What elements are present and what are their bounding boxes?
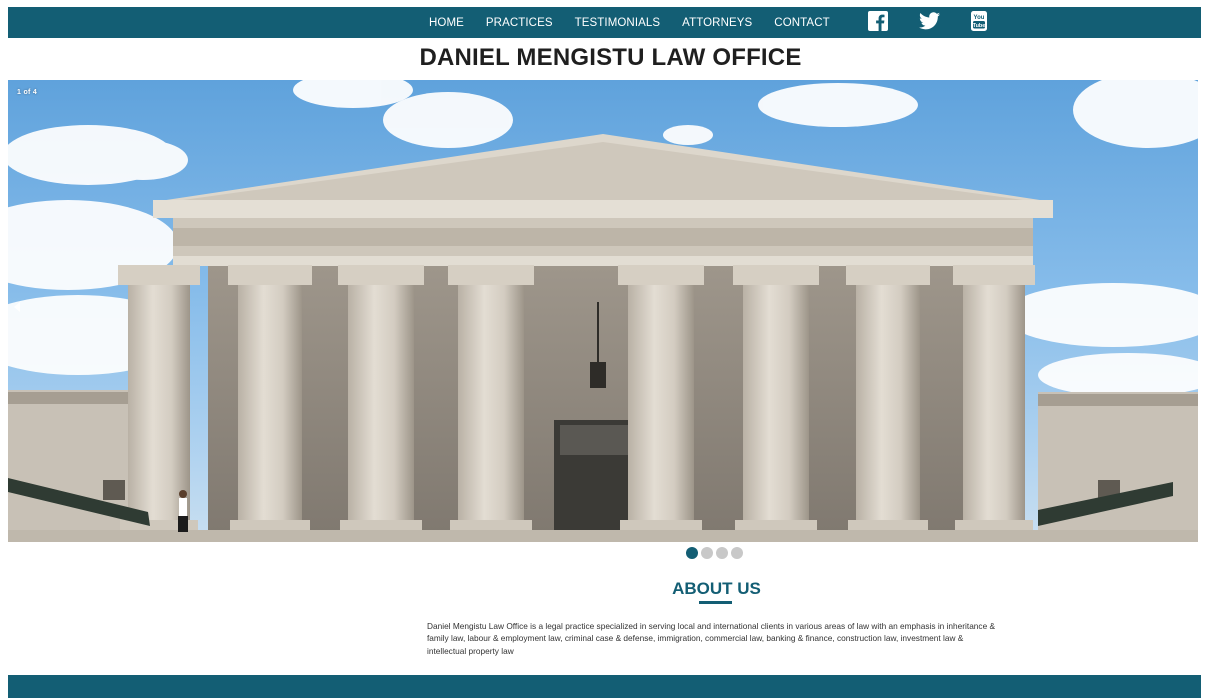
footer-social-links bbox=[444, 692, 513, 698]
nav-contact-link[interactable]: CONTACT bbox=[774, 17, 829, 29]
slider-dot-2[interactable] bbox=[701, 547, 713, 559]
youtube-icon[interactable] bbox=[492, 692, 504, 698]
about-heading: ABOUT US bbox=[672, 579, 761, 598]
prev-slide-arrow-icon[interactable] bbox=[14, 302, 20, 312]
slider-dot-3[interactable] bbox=[716, 547, 728, 559]
site-title: DANIEL MENGISTU LAW OFFICE bbox=[419, 44, 802, 71]
twitter-icon[interactable] bbox=[919, 11, 940, 35]
supreme-court-building-image bbox=[8, 80, 1198, 542]
slider-dot-4[interactable] bbox=[731, 547, 743, 559]
main-nav: HOME PRACTICES TESTIMONIALS ATTORNEYS CO… bbox=[429, 7, 852, 38]
nav-practices-link[interactable]: PRACTICES bbox=[486, 17, 553, 29]
svg-text:Tube: Tube bbox=[973, 23, 986, 29]
about-paragraph: Daniel Mengistu Law Office is a legal pr… bbox=[427, 621, 996, 656]
slider-pagination bbox=[686, 547, 746, 559]
facebook-icon[interactable] bbox=[868, 10, 888, 36]
nav-testimonials-link[interactable]: TESTIMONIALS bbox=[575, 17, 661, 29]
svg-text:You: You bbox=[974, 15, 985, 21]
twitter-icon[interactable] bbox=[467, 692, 483, 698]
nav-home-link[interactable]: HOME bbox=[429, 17, 464, 29]
facebook-icon[interactable] bbox=[444, 692, 458, 698]
slide-counter: 1 of 4 bbox=[17, 89, 38, 96]
about-heading-underline bbox=[699, 601, 732, 604]
hero-slider[interactable]: 1 of 4 bbox=[8, 80, 1198, 542]
nav-social-links: You Tube bbox=[868, 10, 1018, 36]
youtube-icon[interactable]: You Tube bbox=[971, 10, 987, 36]
footer bbox=[8, 675, 1201, 698]
top-navbar: HOME PRACTICES TESTIMONIALS ATTORNEYS CO… bbox=[8, 7, 1201, 38]
slider-dot-1[interactable] bbox=[686, 547, 698, 559]
nav-attorneys-link[interactable]: ATTORNEYS bbox=[682, 17, 752, 29]
